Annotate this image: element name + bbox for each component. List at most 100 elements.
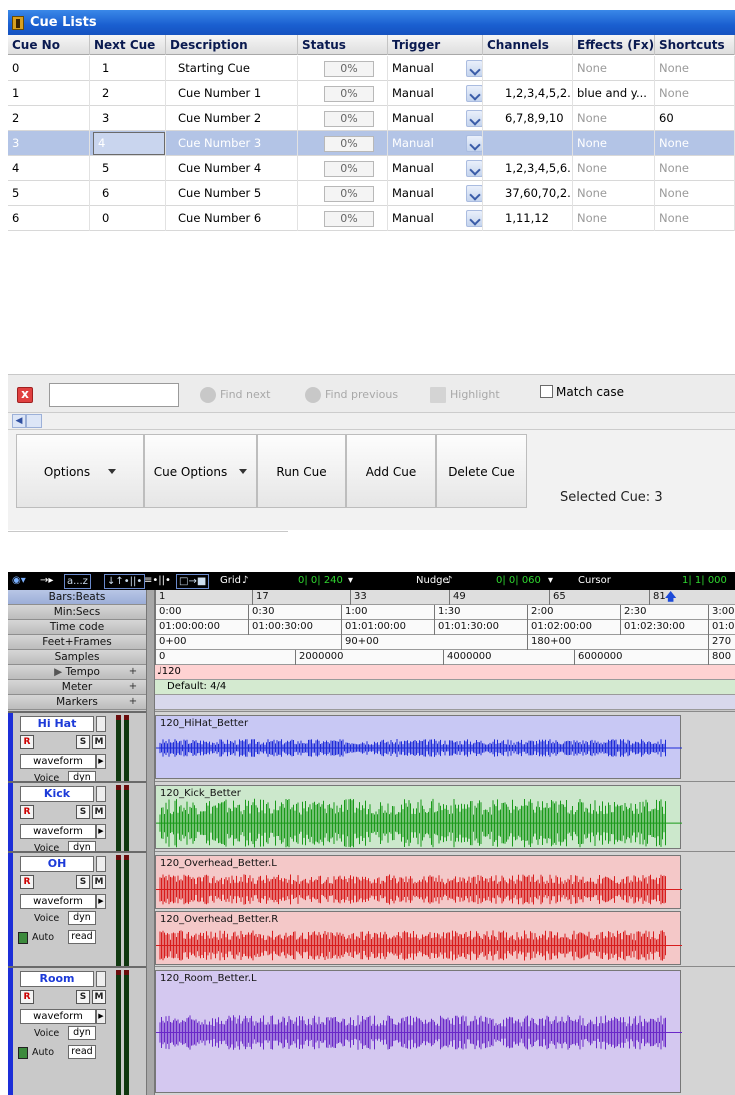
table-row[interactable]: 0 1 Starting Cue 0% Manual None None [8,56,735,81]
trigger-dropdown-icon[interactable] [466,185,482,202]
ruler-label-feet-frames[interactable]: Feet+Frames [8,635,146,650]
cell-description[interactable]: Cue Number 1 [166,81,298,106]
highlight-button[interactable]: Highlight [428,383,500,407]
playhead-marker-icon[interactable]: 🡅 [665,590,676,604]
cell-channels[interactable]: 1,11,12 [483,206,573,231]
options-button[interactable]: Options [16,434,144,508]
solo-button[interactable]: S [76,735,90,749]
cell-cue-no[interactable]: 4 [8,156,90,181]
cell-next-cue[interactable]: 6 [90,181,166,206]
cell-status[interactable]: 0% [298,156,388,181]
horizontal-scrollbar[interactable]: ◀ [8,412,735,430]
cell-status[interactable]: 0% [298,106,388,131]
view-options-icon[interactable]: ◉▾ [12,574,26,587]
audio-clip[interactable]: 120_Kick_Better [155,785,682,849]
expand-triangle-icon[interactable]: ▶ [54,666,65,678]
add-markers-icon[interactable]: + [127,696,139,708]
cell-shortcuts[interactable]: None [655,156,735,181]
cell-cue-no[interactable]: 2 [8,106,90,131]
trigger-dropdown-icon[interactable] [466,210,482,227]
ruler-time-code[interactable]: 01:00:00:00 01:00:30:00 01:01:00:00 01:01:3… [155,620,735,635]
run-cue-button[interactable]: Run Cue [257,434,346,508]
track-name[interactable]: OH [20,856,94,872]
ruler-divider[interactable] [146,590,155,1095]
track-view-selector[interactable]: waveform [20,1009,96,1024]
track-options-icon[interactable] [96,716,106,732]
track-lane[interactable]: 120_Kick_Better [155,781,735,851]
cell-description[interactable]: Cue Number 4 [166,156,298,181]
shuffle-icon[interactable]: →▸ [40,574,53,587]
ruler-samples[interactable]: 0 2000000 4000000 6000000 800 [155,650,735,665]
next-cue-editor[interactable]: 4 [93,132,165,155]
cell-trigger[interactable]: Manual [388,81,483,106]
cell-description[interactable]: Cue Number 3 [166,131,298,156]
track-lane[interactable]: 120_Room_Better.L [155,966,735,1095]
add-tempo-icon[interactable]: + [127,666,139,678]
cell-channels[interactable] [483,131,573,156]
cell-status[interactable]: 0% [298,206,388,231]
trigger-dropdown-icon[interactable] [466,110,482,127]
ruler-label-time-code[interactable]: Time code [8,620,146,635]
trigger-dropdown-icon[interactable] [466,135,482,152]
track-name[interactable]: Room [20,971,94,987]
table-row[interactable]: 2 3 Cue Number 2 0% Manual 6,7,8,9,10 None 60 [8,106,735,131]
cell-next-cue[interactable]: 1 [90,56,166,81]
ruler-label-meter[interactable]: Meter + [8,680,146,695]
cell-channels[interactable]: 6,7,8,9,10 [483,106,573,131]
scroll-left-icon[interactable]: ◀ [12,414,26,428]
cell-trigger[interactable]: Manual [388,131,483,156]
ruler-min-secs[interactable]: 0:00 0:30 1:00 1:30 2:00 2:30 3:00 [155,605,735,620]
track-header[interactable]: OH R S Mwaveform ▶ Voice dyn Auto read [8,851,146,966]
solo-button[interactable]: S [76,990,90,1004]
table-row[interactable]: 6 0 Cue Number 6 0% Manual 1,11,12 None None [8,206,735,231]
ruler-label-bars-beats[interactable]: Bars:Beats [8,590,146,605]
add-cue-button[interactable]: Add Cue [346,434,436,508]
audio-clip[interactable]: 120_Overhead_Better.L [155,855,682,909]
record-button[interactable]: R [20,735,34,749]
find-previous-button[interactable]: Find previous [303,383,398,407]
track-options-icon[interactable] [96,786,106,802]
mute-button[interactable]: M [92,990,106,1004]
voice-selector[interactable]: dyn [68,1026,96,1040]
add-meter-icon[interactable]: + [127,681,139,693]
table-row[interactable]: 4 5 Cue Number 4 0% Manual 1,2,3,4,5,6... None… [8,156,735,181]
cell-description[interactable]: Cue Number 5 [166,181,298,206]
table-row[interactable]: 5 6 Cue Number 5 0% Manual 37,60,70,2... None N… [8,181,735,206]
col-cue-no[interactable]: Cue No [8,35,90,55]
ruler-label-samples[interactable]: Samples [8,650,146,665]
ruler-label-markers[interactable]: Markers + [8,695,146,710]
voice-selector[interactable]: dyn [68,911,96,925]
cell-effects[interactable]: None [573,106,655,131]
cell-description[interactable]: Cue Number 6 [166,206,298,231]
match-case-checkbox[interactable]: Match case [540,385,624,399]
checkbox-icon[interactable] [540,385,553,398]
cell-shortcuts[interactable]: None [655,181,735,206]
cell-shortcuts[interactable]: None [655,206,735,231]
solo-button[interactable]: S [76,875,90,889]
table-row[interactable]: 1 2 Cue Number 1 0% Manual 1,2,3,4,5,2... blue… [8,81,735,106]
view-selector-arrow-icon[interactable]: ▶ [96,824,106,839]
cell-trigger[interactable]: Manual [388,56,483,81]
cell-effects[interactable]: None [573,131,655,156]
ruler-bars-beats[interactable]: 1 17 33 49 65 81 🡅 [155,590,735,605]
cell-trigger[interactable]: Manual [388,181,483,206]
ruler-tempo[interactable]: ♩120 [155,665,735,680]
insertion-follows-icon[interactable]: □→■ [176,574,210,589]
tab-to-transients-icon[interactable]: ↓↑•||• [104,574,146,589]
view-selector-arrow-icon[interactable]: ▶ [96,894,106,909]
cell-channels[interactable]: 1,2,3,4,5,2... [483,81,573,106]
automation-mode-selector[interactable]: read [68,930,96,944]
cell-status[interactable]: 0% [298,56,388,81]
find-next-button[interactable]: Find next [198,383,270,407]
zoom-range-button[interactable]: a...z [64,574,91,589]
grid-dropdown-icon[interactable]: ▾ [348,574,353,587]
cell-trigger[interactable]: Manual [388,206,483,231]
audio-clip[interactable]: 120_Overhead_Better.R [155,911,682,965]
automation-mode-selector[interactable]: read [68,1045,96,1059]
cell-next-cue[interactable]: 2 [90,81,166,106]
cell-channels[interactable]: 37,60,70,2... [483,181,573,206]
ruler-feet-frames[interactable]: 0+00 90+00 180+00 270 [155,635,735,650]
track-view-selector[interactable]: waveform [20,894,96,909]
trigger-dropdown-icon[interactable] [466,160,482,177]
table-row[interactable]: 3 4 Cue Number 3 0% Manual None None [8,131,735,156]
